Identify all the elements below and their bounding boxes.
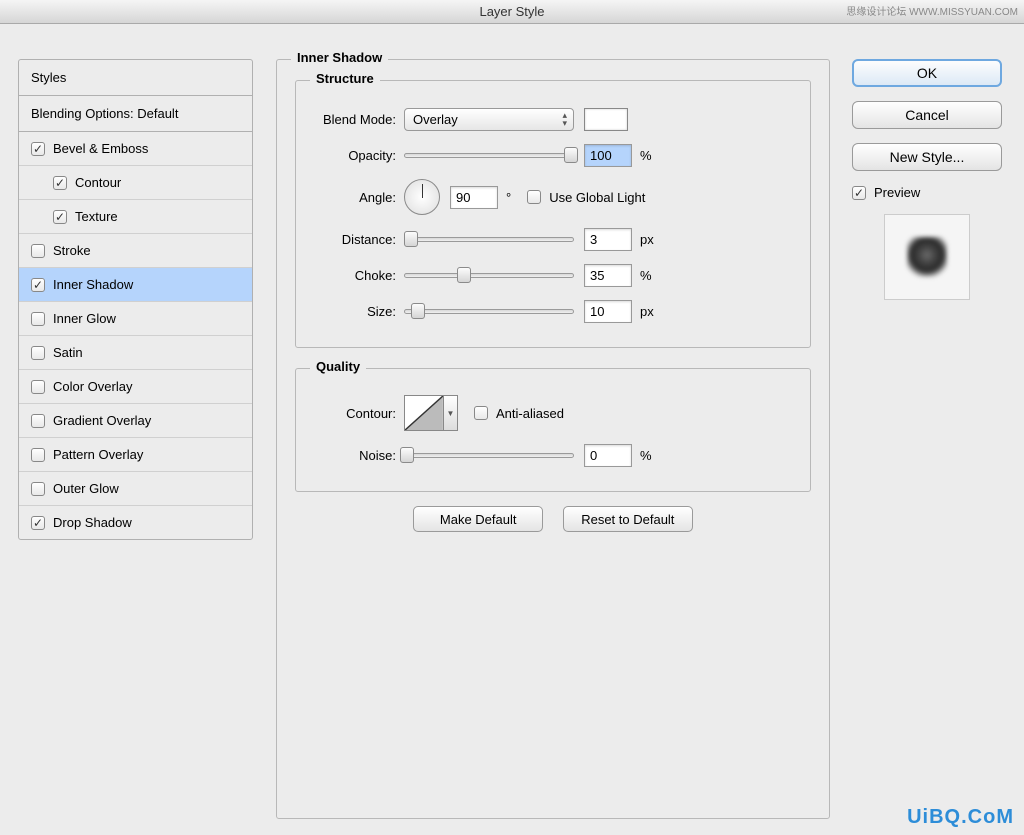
blend-mode-value: Overlay: [413, 112, 458, 127]
preview-label: Preview: [874, 185, 920, 200]
angle-input[interactable]: [450, 186, 498, 209]
style-row-pattern-overlay[interactable]: Pattern Overlay: [19, 438, 252, 472]
select-arrows-icon: ▴▾: [562, 111, 567, 127]
styles-header[interactable]: Styles: [19, 60, 252, 96]
checkbox-icon[interactable]: [31, 142, 45, 156]
distance-slider[interactable]: [404, 229, 574, 249]
effect-title: Inner Shadow: [291, 50, 388, 65]
style-row-label: Stroke: [53, 243, 91, 258]
noise-input[interactable]: [584, 444, 632, 467]
dialog-buttons-column: OK Cancel New Style... Preview: [852, 59, 1002, 300]
style-row-label: Inner Glow: [53, 311, 116, 326]
angle-unit: °: [506, 190, 511, 205]
style-row-texture[interactable]: Texture: [19, 200, 252, 234]
window-title: Layer Style: [479, 4, 544, 19]
distance-label: Distance:: [310, 232, 404, 247]
checkbox-icon[interactable]: [31, 448, 45, 462]
cancel-button[interactable]: Cancel: [852, 101, 1002, 129]
opacity-unit: %: [640, 148, 652, 163]
size-input[interactable]: [584, 300, 632, 323]
checkbox-icon: [474, 406, 488, 420]
style-row-label: Texture: [75, 209, 118, 224]
antialiased-label: Anti-aliased: [496, 406, 564, 421]
style-row-label: Drop Shadow: [53, 515, 132, 530]
choke-slider[interactable]: [404, 265, 574, 285]
blend-mode-select[interactable]: Overlay ▴▾: [404, 108, 574, 131]
opacity-label: Opacity:: [310, 148, 404, 163]
style-row-contour[interactable]: Contour: [19, 166, 252, 200]
angle-label: Angle:: [310, 190, 404, 205]
chevron-down-icon: ▼: [444, 395, 458, 431]
blend-mode-label: Blend Mode:: [310, 112, 404, 127]
antialiased-checkbox[interactable]: Anti-aliased: [474, 406, 564, 421]
noise-label: Noise:: [310, 448, 404, 463]
choke-input[interactable]: [584, 264, 632, 287]
checkbox-icon: [852, 186, 866, 200]
contour-label: Contour:: [310, 406, 404, 421]
noise-unit: %: [640, 448, 652, 463]
effect-settings-panel: Inner Shadow Structure Blend Mode: Overl…: [276, 59, 830, 819]
ok-button[interactable]: OK: [852, 59, 1002, 87]
style-row-label: Pattern Overlay: [53, 447, 143, 462]
preview-checkbox[interactable]: Preview: [852, 185, 1002, 200]
choke-unit: %: [640, 268, 652, 283]
style-row-bevel-emboss[interactable]: Bevel & Emboss: [19, 132, 252, 166]
style-row-inner-glow[interactable]: Inner Glow: [19, 302, 252, 336]
new-style-button[interactable]: New Style...: [852, 143, 1002, 171]
style-row-outer-glow[interactable]: Outer Glow: [19, 472, 252, 506]
checkbox-icon[interactable]: [31, 380, 45, 394]
style-row-label: Satin: [53, 345, 83, 360]
size-slider[interactable]: [404, 301, 574, 321]
watermark-top: 思缘设计论坛 WWW.MISSYUAN.COM: [846, 3, 1018, 18]
style-row-inner-shadow[interactable]: Inner Shadow: [19, 268, 252, 302]
style-row-drop-shadow[interactable]: Drop Shadow: [19, 506, 252, 539]
style-row-label: Gradient Overlay: [53, 413, 151, 428]
style-row-gradient-overlay[interactable]: Gradient Overlay: [19, 404, 252, 438]
checkbox-icon[interactable]: [31, 346, 45, 360]
checkbox-icon: [527, 190, 541, 204]
distance-unit: px: [640, 232, 654, 247]
contour-picker[interactable]: ▼: [404, 395, 458, 431]
contour-curve-icon: [404, 395, 444, 431]
use-global-light-label: Use Global Light: [549, 190, 645, 205]
checkbox-icon[interactable]: [31, 482, 45, 496]
checkbox-icon[interactable]: [53, 210, 67, 224]
make-default-button[interactable]: Make Default: [413, 506, 543, 532]
style-row-label: Color Overlay: [53, 379, 132, 394]
quality-group-title: Quality: [310, 359, 366, 374]
checkbox-icon[interactable]: [31, 312, 45, 326]
opacity-input[interactable]: [584, 144, 632, 167]
angle-dial[interactable]: [404, 179, 440, 215]
styles-sidebar: Styles Blending Options: Default Bevel &…: [18, 59, 253, 540]
size-unit: px: [640, 304, 654, 319]
structure-group-title: Structure: [310, 71, 380, 86]
blending-options-row[interactable]: Blending Options: Default: [19, 96, 252, 132]
checkbox-icon[interactable]: [31, 414, 45, 428]
style-row-color-overlay[interactable]: Color Overlay: [19, 370, 252, 404]
opacity-slider[interactable]: [404, 145, 574, 165]
shadow-color-swatch[interactable]: [584, 108, 628, 131]
style-row-satin[interactable]: Satin: [19, 336, 252, 370]
checkbox-icon[interactable]: [31, 278, 45, 292]
preview-thumbnail: [884, 214, 970, 300]
distance-input[interactable]: [584, 228, 632, 251]
watermark-bottom: UiBQ.CoM: [907, 806, 1014, 829]
size-label: Size:: [310, 304, 404, 319]
checkbox-icon[interactable]: [31, 516, 45, 530]
choke-label: Choke:: [310, 268, 404, 283]
quality-group: Quality Contour: ▼ Anti-aliased Noise:: [295, 368, 811, 492]
reset-default-button[interactable]: Reset to Default: [563, 506, 693, 532]
checkbox-icon[interactable]: [53, 176, 67, 190]
structure-group: Structure Blend Mode: Overlay ▴▾ Opacity…: [295, 80, 811, 348]
style-row-stroke[interactable]: Stroke: [19, 234, 252, 268]
use-global-light-checkbox[interactable]: Use Global Light: [527, 190, 645, 205]
noise-slider[interactable]: [404, 445, 574, 465]
checkbox-icon[interactable]: [31, 244, 45, 258]
style-row-label: Bevel & Emboss: [53, 141, 148, 156]
style-row-label: Outer Glow: [53, 481, 119, 496]
style-row-label: Contour: [75, 175, 121, 190]
style-row-label: Inner Shadow: [53, 277, 133, 292]
